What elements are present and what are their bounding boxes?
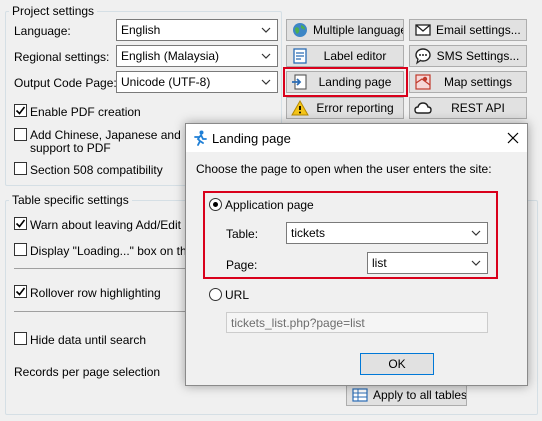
rollover-label: Rollover row highlighting — [30, 286, 161, 300]
dialog-title: Landing page — [212, 131, 291, 146]
envelope-icon — [415, 24, 431, 36]
sms-settings-label: SMS Settings... — [436, 49, 520, 63]
landing-page-dialog: Landing page Choose the page to open whe… — [185, 123, 528, 386]
separator-line — [14, 268, 185, 269]
records-per-page-label: Records per page selection — [14, 365, 161, 379]
output-code-page-select[interactable]: Unicode (UTF-8) — [116, 71, 278, 93]
rest-api-label: REST API — [451, 101, 505, 115]
apply-all-tables-button[interactable]: Apply to all tables — [346, 384, 467, 406]
language-value: English — [121, 23, 161, 37]
regional-settings-label: Regional settings: — [14, 50, 110, 64]
checkmark-icon — [15, 106, 26, 115]
regional-settings-value: English (Malaysia) — [121, 49, 220, 63]
ok-label: OK — [388, 357, 406, 371]
warn-leaving-checkbox[interactable] — [14, 217, 27, 230]
application-page-highlight — [203, 191, 498, 279]
chevron-down-icon — [261, 27, 271, 33]
map-settings-label: Map settings — [443, 75, 513, 89]
table-settings-title: Table specific settings — [9, 193, 132, 207]
hide-data-checkbox[interactable] — [14, 332, 27, 345]
cjk-pdf-label-line2: support to PDF — [30, 141, 111, 155]
display-loading-checkbox[interactable] — [14, 243, 27, 256]
warn-leaving-label: Warn about leaving Add/Edit pa — [30, 218, 198, 232]
language-label: Language: — [14, 24, 71, 38]
warning-icon — [291, 99, 309, 116]
chat-bubble-icon — [415, 48, 431, 65]
regional-settings-select[interactable]: English (Malaysia) — [116, 45, 278, 67]
dialog-prompt: Choose the page to open when the user en… — [196, 162, 492, 176]
label-editor-button[interactable]: Label editor — [286, 45, 404, 67]
url-value: tickets_list.php?page=list — [231, 316, 365, 330]
rest-api-button[interactable]: REST API — [409, 97, 527, 119]
map-icon — [415, 74, 431, 90]
multiple-languages-label: Multiple languages — [313, 23, 404, 37]
url-radio[interactable] — [209, 288, 222, 301]
chevron-down-icon — [261, 79, 271, 85]
output-code-page-label: Output Code Page: — [14, 76, 117, 90]
label-editor-icon — [293, 48, 307, 64]
email-settings-button[interactable]: Email settings... — [409, 19, 527, 41]
cjk-pdf-checkbox[interactable] — [14, 128, 27, 141]
cjk-pdf-label-line1: Add Chinese, Japanese and Kor — [30, 128, 203, 142]
checkmark-icon — [15, 219, 26, 228]
section508-checkbox[interactable] — [14, 162, 27, 175]
enable-pdf-checkbox[interactable] — [14, 104, 27, 117]
email-settings-label: Email settings... — [436, 23, 521, 37]
enable-pdf-label: Enable PDF creation — [30, 105, 141, 119]
apply-tables-icon — [352, 388, 368, 402]
chevron-down-icon — [261, 53, 271, 59]
globe-icon — [293, 23, 307, 37]
cloud-icon — [414, 102, 432, 114]
hide-data-label: Hide data until search — [30, 333, 147, 347]
multiple-languages-button[interactable]: Multiple languages — [286, 19, 404, 41]
checkmark-icon — [15, 287, 26, 296]
rollover-checkbox[interactable] — [14, 285, 27, 298]
url-label: URL — [225, 288, 250, 302]
map-settings-button[interactable]: Map settings — [409, 71, 527, 93]
project-settings-title: Project settings — [9, 4, 98, 18]
runner-icon — [194, 130, 207, 146]
error-reporting-button[interactable]: Error reporting — [286, 97, 404, 119]
dialog-titlebar: Landing page — [186, 124, 527, 152]
landing-page-highlight — [283, 67, 408, 97]
apply-all-tables-label: Apply to all tables — [373, 388, 467, 402]
display-loading-label: Display "Loading..." box on the l — [30, 244, 200, 258]
label-editor-label: Label editor — [323, 49, 387, 63]
error-reporting-label: Error reporting — [316, 101, 394, 115]
language-select[interactable]: English — [116, 19, 278, 41]
section508-label: Section 508 compatibility — [30, 163, 163, 177]
separator-line — [14, 311, 185, 312]
output-code-page-value: Unicode (UTF-8) — [121, 75, 211, 89]
close-icon[interactable] — [507, 132, 519, 144]
url-input[interactable]: tickets_list.php?page=list — [226, 312, 488, 333]
sms-settings-button[interactable]: SMS Settings... — [409, 45, 527, 67]
ok-button[interactable]: OK — [360, 353, 434, 375]
